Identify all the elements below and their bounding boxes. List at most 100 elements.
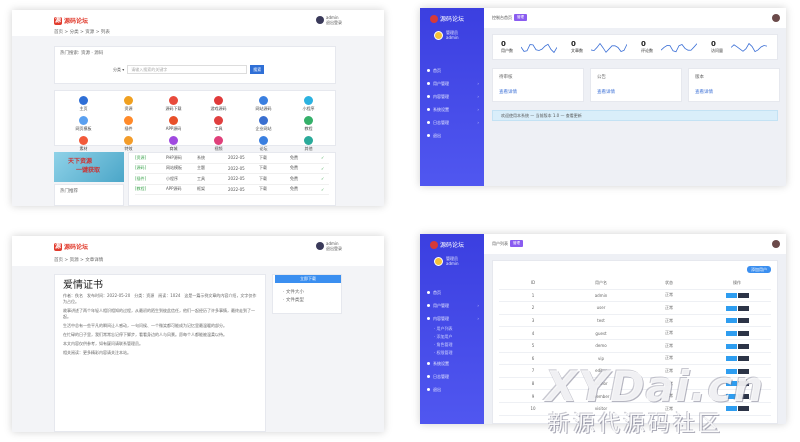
category-item[interactable]: 工具 — [196, 116, 241, 132]
table-row[interactable]: [源码] 网站模板 主题 2022-05 下载 免费 ✓ — [135, 164, 329, 174]
sidebar-item[interactable]: 首页 — [420, 286, 484, 299]
category-icon — [169, 136, 178, 145]
category-item[interactable]: 特效 — [106, 136, 151, 152]
menu-dot-icon — [427, 108, 430, 111]
category-item[interactable]: 论坛 — [241, 136, 286, 152]
file-type-item: · 文件类型 — [283, 298, 304, 303]
sidebar-item[interactable]: 系统设置 — [420, 357, 484, 370]
sidebar-item[interactable]: 内容管理 › — [420, 312, 484, 325]
edit-button[interactable] — [725, 330, 737, 336]
delete-button[interactable] — [737, 305, 749, 311]
category-item[interactable]: APP源码 — [151, 116, 196, 132]
edit-button[interactable] — [725, 356, 737, 362]
search-button[interactable]: 搜索 — [250, 65, 265, 74]
table-cell: 4 — [531, 330, 535, 336]
admin-profile: 管理员 admin — [434, 30, 459, 40]
sidebar-item[interactable]: 日志管理 — [420, 370, 484, 383]
notice-bar: 欢迎使用本系统 — 当前版本 1.0 — 查看更新 — [492, 110, 778, 121]
category-item[interactable]: 视频 — [196, 136, 241, 152]
edit-button[interactable] — [725, 305, 737, 311]
sidebar-item-label: · 权限管理 — [434, 350, 453, 355]
category-icon — [214, 136, 223, 145]
category-item[interactable]: 小程序 — [286, 96, 331, 112]
edit-button[interactable] — [725, 343, 737, 349]
table-cell: 主题 — [197, 165, 205, 171]
stat-item: 0 评论数 — [641, 40, 653, 54]
sidebar-item-label: 用户管理 — [433, 80, 449, 86]
user-menu[interactable]: admin 退出登录 — [316, 241, 342, 251]
category-icon — [304, 116, 313, 125]
search-input[interactable]: 请输入搜索的关键字 — [127, 65, 248, 74]
category-item[interactable]: 网站源码 — [241, 96, 286, 112]
table-row[interactable]: [教程] APP源码 框架 2022-05 下载 免费 ✓ — [135, 185, 329, 195]
breadcrumb: 首页 > 分类 > 资源 > 列表 — [54, 30, 110, 35]
sidebar-item[interactable]: · 用户列表 — [420, 325, 484, 333]
category-item[interactable]: 其他 — [286, 136, 331, 152]
sidebar-item-label: 首页 — [433, 289, 441, 295]
avatar[interactable] — [772, 14, 780, 22]
category-item[interactable]: 主页 — [61, 96, 106, 112]
sidebar-item[interactable]: 用户管理 › — [420, 77, 484, 90]
sidebar-item[interactable]: · 添加用户 — [420, 333, 484, 341]
table-cell: 网站模板 — [166, 165, 182, 171]
sidebar-item[interactable]: 内容管理 › — [420, 90, 484, 103]
delete-button[interactable] — [737, 343, 749, 349]
sidebar-item[interactable]: 退出 — [420, 129, 484, 142]
menu-dot-icon — [427, 95, 430, 98]
info-box-link[interactable]: 查看详情 — [499, 89, 517, 95]
table-row[interactable]: [资源] PHP源码 系统 2022-05 下载 免费 ✓ — [135, 153, 329, 164]
table-cell: APP源码 — [166, 186, 182, 192]
sidebar-item-label: 日志管理 — [433, 119, 449, 125]
category-label: 插件 — [124, 126, 133, 131]
sidebar-item[interactable]: · 角色管理 — [420, 341, 484, 349]
sidebar-item[interactable]: · 权限管理 — [420, 349, 484, 357]
category-item[interactable]: 插件 — [106, 116, 151, 132]
table-row[interactable]: [插件] 小程序 工具 2022-05 下载 免费 ✓ — [135, 174, 329, 185]
add-user-button[interactable]: 添加用户 — [747, 266, 771, 273]
user-menu[interactable]: admin 退出登录 — [316, 15, 342, 25]
sidebar-item[interactable]: 系统设置 › — [420, 103, 484, 116]
search-category-select[interactable]: 分类 ▾ — [113, 67, 124, 73]
promo-banner[interactable]: 天下资源 一键获取 — [54, 152, 124, 182]
admin-profile: 管理员 admin — [434, 256, 459, 266]
category-item[interactable]: 源码下载 — [151, 96, 196, 112]
category-item[interactable]: 商城 — [151, 136, 196, 152]
avatar[interactable] — [772, 240, 780, 248]
category-item[interactable]: 网页模板 — [61, 116, 106, 132]
delete-button[interactable] — [737, 356, 749, 362]
menu-dot-icon — [427, 134, 430, 137]
page-title-text: 控制台首页 — [492, 14, 512, 20]
logout-link[interactable]: 退出登录 — [326, 246, 342, 251]
category-label: APP源码 — [165, 126, 182, 131]
stat-label: 访问量 — [711, 48, 723, 53]
stat-value: 0 — [571, 40, 576, 48]
download-button[interactable]: 立即下载 — [275, 275, 341, 283]
category-item[interactable]: 企业网站 — [241, 116, 286, 132]
sidebar-item[interactable]: 退出 — [420, 383, 484, 396]
table-cell: 正常 — [665, 342, 673, 348]
logout-link[interactable]: 退出登录 — [326, 20, 342, 25]
admin-brand[interactable]: 源码论坛 — [430, 14, 464, 23]
admin-brand[interactable]: 源码论坛 — [430, 240, 464, 249]
sidebar-item[interactable]: 用户管理 › — [420, 299, 484, 312]
row-actions — [703, 305, 771, 311]
table-cell: 2022-05 — [228, 165, 245, 171]
edit-button[interactable] — [725, 318, 737, 324]
recommend-card: 热门推荐 — [54, 184, 124, 206]
category-item[interactable]: 教程 — [286, 116, 331, 132]
delete-button[interactable] — [737, 318, 749, 324]
edit-button[interactable] — [725, 293, 737, 299]
page-title: 用户列表 管理 — [492, 240, 523, 247]
recommend-heading: 热门推荐 — [60, 189, 78, 194]
info-box-link[interactable]: 查看详情 — [695, 89, 713, 95]
sidebar-item[interactable]: 日志管理 › — [420, 116, 484, 129]
info-box-link[interactable]: 查看详情 — [597, 89, 615, 95]
site-logo[interactable]: 源 源码论坛 — [54, 16, 88, 25]
category-item[interactable]: 资源 — [106, 96, 151, 112]
category-item[interactable]: 游戏源码 — [196, 96, 241, 112]
sidebar-item[interactable]: 首页 — [420, 64, 484, 77]
delete-button[interactable] — [737, 330, 749, 336]
category-item[interactable]: 素材 — [61, 136, 106, 152]
delete-button[interactable] — [737, 293, 749, 299]
site-logo[interactable]: 源 源码论坛 — [54, 242, 88, 251]
